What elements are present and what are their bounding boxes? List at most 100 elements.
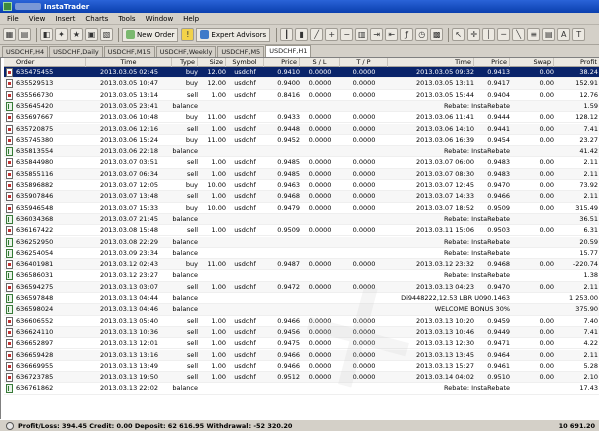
cell-price xyxy=(264,248,300,259)
periods-icon[interactable]: ◷ xyxy=(415,28,429,41)
tab-usdchf-weekly[interactable]: USDCHF,Weekly xyxy=(155,46,217,57)
column-header-sl[interactable]: S / L xyxy=(300,58,340,67)
table-row[interactable]: 636167422 2013.03.08 15:48 sell 1.00 usdchf 0… xyxy=(4,225,599,237)
chart-shift-icon[interactable]: ⇤ xyxy=(385,28,399,41)
table-row[interactable]: 635720875 2013.03.06 12:16 sell 1.00 usdchf 0… xyxy=(4,123,599,135)
column-header-profit[interactable]: Profit xyxy=(554,58,599,67)
table-row[interactable]: 636723785 2013.03.13 19:50 sell 1.00 usdchf 0… xyxy=(4,372,599,384)
table-row[interactable]: 635745380 2013.03.06 15:24 buy 11.00 usdchf 0… xyxy=(4,135,599,147)
table-row[interactable]: 636598024 2013.03.13 04:46 balance WELCOME … xyxy=(4,304,599,316)
menu-view[interactable]: View xyxy=(24,15,51,23)
table-row[interactable]: 635475455 2013.03.05 02:45 buy 12.00 usdchf 0… xyxy=(4,67,599,79)
column-header-symbol[interactable]: Symbol xyxy=(226,58,264,67)
redacted-account xyxy=(15,3,41,10)
market-watch-icon[interactable]: ◧ xyxy=(40,28,53,41)
table-row[interactable]: 635566730 2013.03.05 13:14 sell 1.00 usdchf 0… xyxy=(4,90,599,101)
table-row[interactable]: 635855116 2013.03.07 06:34 sell 1.00 usdchf 0… xyxy=(4,168,599,180)
tile-windows-icon[interactable]: ▥ xyxy=(355,28,369,41)
cell-swap xyxy=(510,270,554,281)
table-row[interactable]: 636586031 2013.03.12 23:27 balance Rebate: … xyxy=(4,270,599,282)
column-header-close-price[interactable]: Price xyxy=(474,58,510,67)
tab-usdchf-daily[interactable]: USDCHF,Daily xyxy=(49,46,103,57)
navigator-icon[interactable]: ★ xyxy=(70,28,83,41)
table-row[interactable]: 635813554 2013.03.06 22:18 balance Rebate: … xyxy=(4,146,599,158)
column-header-close-time[interactable]: Time xyxy=(388,58,474,67)
menu-help[interactable]: Help xyxy=(178,15,204,23)
terminal-icon[interactable]: ▣ xyxy=(85,28,98,41)
tab-usdchf-m5[interactable]: USDCHF,M5 xyxy=(217,46,265,57)
label-icon[interactable]: T xyxy=(572,28,586,41)
table-row[interactable]: 636594275 2013.03.13 03:07 sell 1.00 usdchf 0… xyxy=(4,281,599,293)
menu-charts[interactable]: Charts xyxy=(80,15,113,23)
trendline-icon[interactable]: ╲ xyxy=(512,28,526,41)
cell-size: 1.00 xyxy=(211,350,226,359)
zoom-in-icon[interactable]: + xyxy=(325,28,339,41)
table-row[interactable]: 636597848 2013.03.13 04:44 balance Di944822… xyxy=(4,293,599,305)
table-row[interactable]: 635844980 2013.03.07 03:51 sell 1.00 usdchf 0… xyxy=(4,157,599,169)
cell-profit: 7.41 xyxy=(583,124,598,133)
autoscroll-icon[interactable]: ⇥ xyxy=(370,28,384,41)
cell-ctime: 2013.03.07 06:00 xyxy=(415,158,474,167)
table-row[interactable]: 636669955 2013.03.13 13:49 sell 1.00 usdchf 0… xyxy=(4,361,599,373)
channel-icon[interactable]: ≡ xyxy=(527,28,541,41)
table-row[interactable]: 635896882 2013.03.07 12:05 buy 10.00 usdchf 0… xyxy=(4,180,599,192)
column-header-swap[interactable]: Swap xyxy=(510,58,554,67)
expert-advisors-button[interactable]: Expert Advisors xyxy=(196,27,271,42)
tab-usdchf-m15[interactable]: USDCHF,M15 xyxy=(103,46,155,57)
cell-symbol xyxy=(226,270,264,281)
crosshair-icon[interactable]: ✛ xyxy=(467,28,481,41)
table-row[interactable]: 636254054 2013.03.09 23:34 balance Rebate: … xyxy=(4,248,599,260)
column-header-order[interactable]: Order xyxy=(4,58,86,67)
candlestick-icon[interactable]: ▮ xyxy=(295,28,309,41)
cursor-icon[interactable]: ↖ xyxy=(452,28,466,41)
zoom-out-icon[interactable]: − xyxy=(340,28,354,41)
vertical-line-icon[interactable]: │ xyxy=(482,28,496,41)
table-row[interactable]: 636624110 2013.03.13 10:36 sell 1.00 usdchf 0… xyxy=(4,326,599,339)
table-row[interactable]: 636252950 2013.03.08 22:29 balance Rebate: … xyxy=(4,236,599,248)
cell-time: 2013.03.06 12:16 xyxy=(99,124,158,133)
cell-profit: 152.91 xyxy=(575,79,598,88)
line-chart-icon[interactable]: ╱ xyxy=(310,28,324,41)
column-header-tp[interactable]: T / P xyxy=(340,58,388,67)
tab-usdchf-h1[interactable]: USDCHF,H1 xyxy=(265,45,312,57)
menu-window[interactable]: Window xyxy=(141,15,179,23)
table-row[interactable]: 636761862 2013.03.13 22:02 balance Rebate: … xyxy=(4,383,599,395)
column-header-time[interactable]: Time xyxy=(86,58,172,67)
cell-tp: 0.0000 xyxy=(352,181,376,189)
table-row[interactable]: 636659428 2013.03.13 13:16 sell 1.00 usdchf 0… xyxy=(4,349,599,361)
table-row[interactable]: 635529513 2013.03.05 10:47 buy 12.00 usdchf 0… xyxy=(4,78,599,90)
cell-type: balance xyxy=(172,147,198,156)
table-row[interactable]: 635946548 2013.03.07 15:33 buy 10.00 usdchf 0… xyxy=(4,203,599,214)
new-order-button[interactable]: New Order xyxy=(122,27,179,42)
templates-icon[interactable]: ▩ xyxy=(430,28,444,41)
column-header-type[interactable]: Type xyxy=(172,58,198,67)
table-row[interactable]: 636401981 2013.03.12 02:43 buy 11.00 usdchf 0… xyxy=(4,259,599,271)
text-icon[interactable]: A xyxy=(557,28,571,41)
column-header-price[interactable]: Price xyxy=(264,58,300,67)
bar-chart-icon[interactable]: ┃ xyxy=(280,28,294,41)
profiles-icon[interactable]: ▤ xyxy=(18,28,31,41)
cell-size: 12.00 xyxy=(207,68,226,76)
metaeditor-icon[interactable]: ! xyxy=(181,28,195,41)
indicators-icon[interactable]: ƒ xyxy=(400,28,414,41)
cell-order: 635844980 xyxy=(16,158,54,167)
table-row[interactable]: 635697667 2013.03.06 10:48 buy 11.00 usdchf 0… xyxy=(4,112,599,124)
strategy-tester-icon[interactable]: ▧ xyxy=(100,28,113,41)
cell-type: sell xyxy=(187,350,198,359)
horizontal-line-icon[interactable]: ─ xyxy=(497,28,511,41)
cell-order: 635745380 xyxy=(16,135,54,144)
table-row[interactable]: 636652897 2013.03.13 12:01 sell 1.00 usdchf 0… xyxy=(4,338,599,350)
cell-ctime: 2013.03.13 04:23 xyxy=(415,282,474,291)
data-window-icon[interactable]: ✦ xyxy=(55,28,68,41)
menu-tools[interactable]: Tools xyxy=(113,15,140,23)
menu-insert[interactable]: Insert xyxy=(50,15,80,23)
tab-usdchf-h4[interactable]: USDCHF,H4 xyxy=(2,46,49,57)
fibonacci-icon[interactable]: ▤ xyxy=(542,28,556,41)
table-row[interactable]: 636034368 2013.03.07 21:45 balance Rebate: … xyxy=(4,213,599,226)
table-row[interactable]: 635645420 2013.03.05 23:41 balance Rebate: … xyxy=(4,100,599,113)
table-row[interactable]: 635907846 2013.03.07 13:48 sell 1.00 usdchf 0… xyxy=(4,191,599,203)
menu-file[interactable]: File xyxy=(2,15,24,23)
column-header-size[interactable]: Size xyxy=(198,58,226,67)
new-chart-icon[interactable]: ▦ xyxy=(3,28,16,41)
table-row[interactable]: 636606552 2013.03.13 05:40 sell 1.00 usdchf 0… xyxy=(4,316,599,327)
